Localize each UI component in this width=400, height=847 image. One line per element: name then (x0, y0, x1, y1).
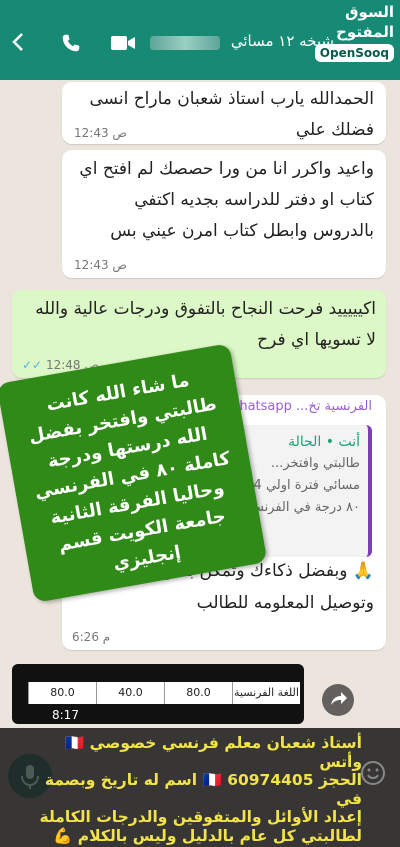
ad-line: الحجز 60974405 🇫🇷 اسم له تاريخ وبصمة في (44, 771, 362, 808)
blurred-contact-name (150, 36, 220, 50)
opensooq-watermark: السوق المفتوح OpenSooq (310, 0, 400, 62)
message-text: واعيد واكرر انا من ورا حصصك لم افتح اي ك… (79, 159, 374, 241)
share-icon[interactable] (322, 684, 354, 716)
ad-text: أستاذ شعبان معلم فرنسي خصوصي 🇫🇷 وأتس الح… (26, 734, 362, 847)
message-time: 12:43 ص (74, 126, 127, 140)
brand-english: OpenSooq (314, 44, 394, 62)
table-cell: 80.0 (164, 682, 232, 704)
ad-line: أستاذ شعبان معلم فرنسي خصوصي 🇫🇷 وأتس (64, 734, 362, 771)
brand-arabic: السوق المفتوح (336, 3, 394, 41)
media-thumbnail[interactable]: 80.0 40.0 80.0 اللغة الفرنسية 8:17 (12, 664, 304, 724)
ad-line: لطالبتي كل عام بالدليل وليس بالكلام 💪 بف… (53, 826, 362, 847)
table-cell: 40.0 (96, 682, 164, 704)
table-cell: اللغة الفرنسية (232, 682, 300, 704)
phone-call-icon[interactable] (60, 32, 82, 54)
grades-table: 80.0 40.0 80.0 اللغة الفرنسية (28, 682, 300, 704)
table-cell: 80.0 (28, 682, 96, 704)
message-time: 6:26 م (72, 630, 111, 644)
ad-line: إعداد الأوائل والمتفوقين والدرجات الكامل… (39, 808, 362, 826)
back-arrow-icon[interactable] (8, 30, 28, 54)
media-duration: 8:17 (52, 708, 79, 722)
read-ticks-icon: ✓✓ (22, 358, 43, 372)
message-bubble-incoming[interactable]: واعيد واكرر انا من ورا حصصك لم افتح اي ك… (62, 150, 386, 278)
message-text: اكيييييد فرحت النجاح بالتفوق ودرجات عالي… (35, 299, 376, 350)
green-sticker-note: ما شاء الله كانت طالبتي وافتخر بفضل الله… (0, 343, 268, 603)
message-bubble-incoming[interactable]: الحمدالله يارب استاذ شعبان ماراح انسى فض… (62, 82, 386, 144)
message-time: 12:43 ص (74, 258, 127, 272)
emoji-icon[interactable] (360, 760, 386, 786)
video-call-icon[interactable] (110, 34, 136, 52)
chat-header: شيخه ١٢ مسائي السوق المفتوح OpenSooq (0, 0, 400, 80)
